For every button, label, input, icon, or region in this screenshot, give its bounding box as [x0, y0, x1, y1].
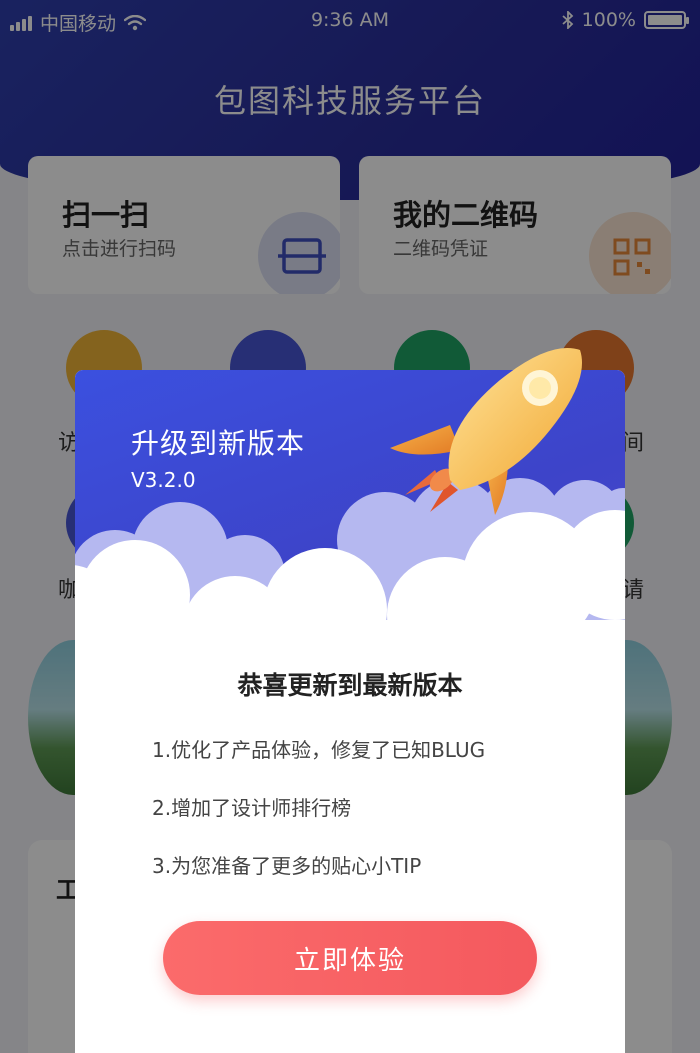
changelog-item: 2.增加了设计师排行榜	[152, 796, 352, 820]
dialog-heading: 恭喜更新到最新版本	[237, 671, 463, 700]
changelog-item: 1.优化了产品体验，修复了已知BLUG	[152, 738, 486, 762]
dialog-version: V3.2.0	[131, 468, 196, 492]
try-now-button[interactable]: 立即体验	[163, 921, 537, 995]
changelog-item: 3.为您准备了更多的贴心小TIP	[152, 854, 422, 878]
dialog-title: 升级到新版本	[131, 427, 306, 460]
update-dialog: 升级到新版本 V3.2.0 恭喜更新到最新版本 1.优化了产品体验，修复了已知B…	[75, 348, 625, 1053]
rocket-icon	[390, 348, 582, 515]
